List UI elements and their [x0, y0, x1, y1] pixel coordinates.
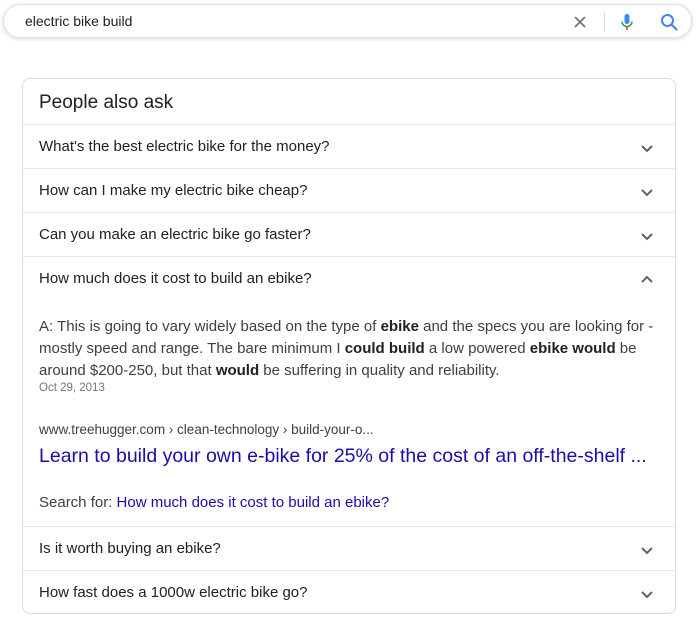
search-bar [3, 4, 692, 38]
chevron-up-icon [641, 275, 653, 283]
divider [604, 12, 605, 32]
chevron-down-icon [641, 547, 653, 555]
answer-text: A: This is going to vary widely based on… [39, 318, 381, 335]
question-text: Can you make an electric bike go faster? [39, 226, 311, 243]
question-text: Is it worth buying an ebike? [39, 540, 221, 557]
question-text: How fast does a 1000w electric bike go? [39, 584, 308, 601]
question-row[interactable]: How can I make my electric bike cheap? [23, 168, 675, 212]
question-row[interactable]: How fast does a 1000w electric bike go? [23, 570, 675, 614]
search-for: Search for: How much does it cost to bui… [39, 494, 389, 511]
question-row[interactable]: Can you make an electric bike go faster? [23, 212, 675, 256]
result-title-link[interactable]: Learn to build your own e-bike for 25% o… [39, 443, 647, 469]
magnifier-icon [661, 14, 678, 31]
answer-snippet: A: This is going to vary widely based on… [39, 316, 659, 382]
search-for-label: Search for: [39, 494, 113, 511]
people-also-ask-panel: People also ask What's the best electric… [22, 78, 676, 614]
chevron-down-icon [641, 233, 653, 241]
chevron-down-icon [641, 189, 653, 197]
close-icon [574, 16, 586, 28]
question-row-expanded[interactable]: How much does it cost to build an ebike? [23, 256, 675, 300]
chevron-down-icon [641, 145, 653, 153]
search-for-link[interactable]: How much does it cost to build an ebike? [117, 494, 390, 511]
source-url[interactable]: www.treehugger.com › clean-technology › … [39, 422, 374, 437]
answer-text: be suffering in quality and reliability. [259, 362, 500, 379]
question-row[interactable]: What's the best electric bike for the mo… [23, 124, 675, 168]
microphone-icon [621, 14, 633, 30]
voice-search-button[interactable] [616, 11, 638, 33]
search-button[interactable] [658, 11, 680, 33]
question-text: What's the best electric bike for the mo… [39, 138, 330, 155]
answer-bold-text: ebike [380, 318, 419, 335]
question-row[interactable]: Is it worth buying an ebike? [23, 526, 675, 570]
clear-button[interactable] [570, 12, 590, 32]
answer-text: a low powered [424, 340, 530, 357]
question-text: How can I make my electric bike cheap? [39, 182, 308, 199]
chevron-down-icon [641, 591, 653, 599]
answer-bold-text: ebike would [529, 340, 616, 357]
answer-bold-text: could build [344, 340, 425, 357]
search-input[interactable] [25, 5, 545, 37]
answer-bold-text: would [215, 362, 260, 379]
panel-title: People also ask [39, 92, 174, 113]
answer-date: Oct 29, 2013 [39, 382, 105, 394]
question-text: How much does it cost to build an ebike? [39, 270, 312, 287]
